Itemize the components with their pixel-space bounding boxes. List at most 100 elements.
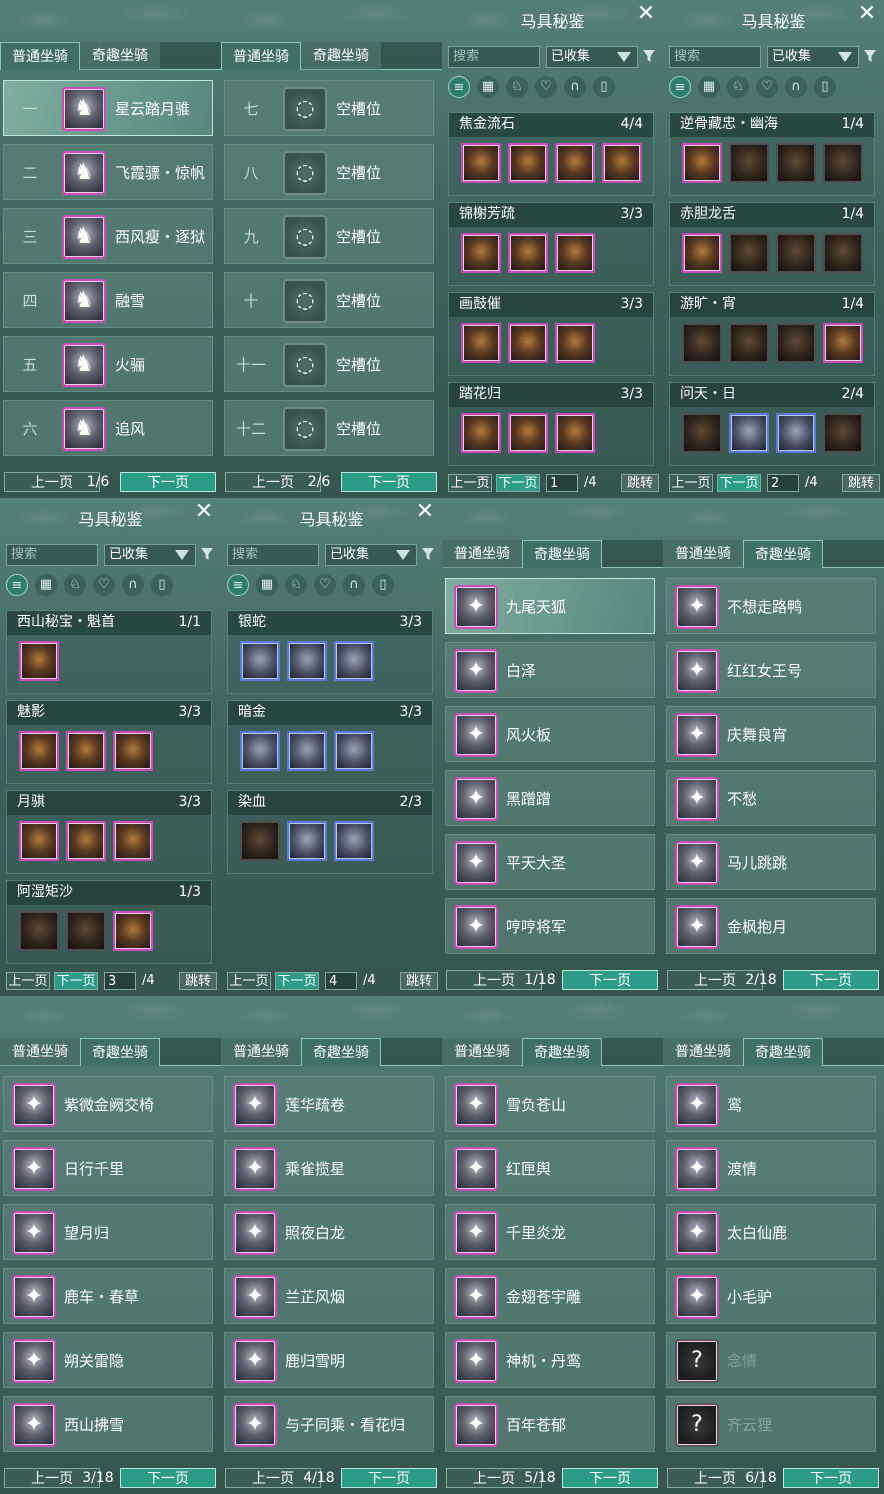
- mount-row[interactable]: 五 ♞ 火骊: [3, 336, 213, 392]
- tab-normal-mounts[interactable]: 普通坐骑: [221, 42, 301, 70]
- collected-filter-dropdown[interactable]: 已收集: [767, 46, 859, 68]
- fun-mount-row[interactable]: ✦ 西山拂雪: [3, 1396, 213, 1452]
- saddle-item-icon[interactable]: [682, 413, 722, 453]
- fun-mount-row[interactable]: ✦ 金翅苍宇雕: [445, 1268, 655, 1324]
- page-number-input[interactable]: 4: [325, 972, 357, 990]
- fun-mount-row[interactable]: ✦ 鸾: [666, 1076, 876, 1132]
- horse-head-icon[interactable]: ♘: [506, 76, 528, 98]
- equipment-set[interactable]: 月骐 3/3: [6, 790, 212, 874]
- tab-fun-mounts[interactable]: 奇趣坐骑: [80, 1038, 160, 1066]
- page-number-input[interactable]: 2: [767, 474, 799, 492]
- search-input[interactable]: 搜索: [227, 544, 319, 566]
- list-icon[interactable]: ≡: [227, 574, 249, 596]
- equipment-set[interactable]: 阿湿矩沙 1/3: [6, 880, 212, 964]
- saddle-item-icon[interactable]: [776, 143, 816, 183]
- tab-fun-mounts[interactable]: 奇趣坐骑: [522, 1038, 602, 1066]
- jump-button[interactable]: 跳转: [179, 972, 217, 990]
- armor-icon[interactable]: ▯: [814, 76, 836, 98]
- equipment-set[interactable]: 锦榭芳疏 3/3: [448, 202, 654, 286]
- equipment-set[interactable]: 西山秘宝・魁首 1/1: [6, 610, 212, 694]
- fun-mount-row[interactable]: ✦ 莲华疏卷: [224, 1076, 434, 1132]
- saddle-item-icon[interactable]: [19, 821, 59, 861]
- saddle-item-icon[interactable]: [287, 641, 327, 681]
- page-number-input[interactable]: 3: [104, 972, 136, 990]
- saddle-icon[interactable]: ♡: [314, 574, 336, 596]
- saddle-item-icon[interactable]: [555, 323, 595, 363]
- fun-mount-row[interactable]: ✦ 庆舞良宵: [666, 706, 876, 762]
- fun-mount-row[interactable]: ✦ 平天大圣: [445, 834, 655, 890]
- equipment-set[interactable]: 赤胆龙舌 1/4: [669, 202, 875, 286]
- equipment-set[interactable]: 焦金流石 4/4: [448, 112, 654, 196]
- saddle-item-icon[interactable]: [508, 413, 548, 453]
- fun-mount-row[interactable]: ✦ 太白仙鹿: [666, 1204, 876, 1260]
- prev-page-button[interactable]: 上一页: [6, 972, 50, 990]
- fun-mount-row[interactable]: ✦ 渡情: [666, 1140, 876, 1196]
- fun-mount-row[interactable]: ✦ 鹿归雪明: [224, 1332, 434, 1388]
- mount-row[interactable]: 九 ◌ 空槽位: [224, 208, 434, 264]
- tab-fun-mounts[interactable]: 奇趣坐骑: [301, 42, 381, 70]
- saddle-item-icon[interactable]: [823, 143, 863, 183]
- fun-mount-row[interactable]: ✦ 哼哼将军: [445, 898, 655, 954]
- saddle-item-icon[interactable]: [508, 323, 548, 363]
- next-page-button[interactable]: 下一页: [783, 970, 879, 990]
- equipment-set[interactable]: 踏花归 3/3: [448, 382, 654, 466]
- equipment-set[interactable]: 问天・日 2/4: [669, 382, 875, 466]
- next-page-button[interactable]: 下一页: [562, 1468, 658, 1488]
- collected-filter-dropdown[interactable]: 已收集: [325, 544, 417, 566]
- fun-mount-row[interactable]: ✦ 马儿跳跳: [666, 834, 876, 890]
- fun-mount-row[interactable]: ✦ 红红女王号: [666, 642, 876, 698]
- saddle-item-icon[interactable]: [113, 911, 153, 951]
- prev-page-button[interactable]: 上一页: [227, 972, 271, 990]
- saddle-item-icon[interactable]: [19, 731, 59, 771]
- fun-mount-row[interactable]: ✦ 金枫抱月: [666, 898, 876, 954]
- page-number-input[interactable]: 1: [546, 474, 578, 492]
- fun-mount-row[interactable]: ✦ 黑蹭蹭: [445, 770, 655, 826]
- saddle-item-icon[interactable]: [66, 911, 106, 951]
- mount-row[interactable]: 六 ♞ 追风: [3, 400, 213, 456]
- saddle-item-icon[interactable]: [334, 641, 374, 681]
- tab-normal-mounts[interactable]: 普通坐骑: [0, 1038, 80, 1066]
- close-icon[interactable]: ✕: [193, 501, 215, 524]
- mount-row[interactable]: 二 ♞ 飞霞骠・惊帆: [3, 144, 213, 200]
- close-icon[interactable]: ✕: [635, 3, 657, 26]
- saddle-item-icon[interactable]: [508, 233, 548, 273]
- list-icon[interactable]: ≡: [669, 76, 691, 98]
- saddle-item-icon[interactable]: [682, 143, 722, 183]
- saddle-icon[interactable]: ♡: [756, 76, 778, 98]
- saddle-item-icon[interactable]: [729, 323, 769, 363]
- next-page-button[interactable]: 下一页: [341, 472, 437, 492]
- tab-fun-mounts[interactable]: 奇趣坐骑: [743, 1038, 823, 1066]
- saddle-item-icon[interactable]: [729, 143, 769, 183]
- fun-mount-row[interactable]: ✦ 鹿车・春草: [3, 1268, 213, 1324]
- next-page-button[interactable]: 下一页: [120, 472, 216, 492]
- equipment-set[interactable]: 画鼓催 3/3: [448, 292, 654, 376]
- fun-mount-row[interactable]: ✦ 红匣舆: [445, 1140, 655, 1196]
- fun-mount-row[interactable]: ✦ 小毛驴: [666, 1268, 876, 1324]
- search-input[interactable]: 搜索: [669, 46, 761, 68]
- fun-mount-row[interactable]: ✦ 与子同乘・看花归: [224, 1396, 434, 1452]
- list-icon[interactable]: ≡: [448, 76, 470, 98]
- saddle-item-icon[interactable]: [776, 233, 816, 273]
- saddle-item-icon[interactable]: [66, 731, 106, 771]
- equipment-set[interactable]: 染血 2/3: [227, 790, 433, 874]
- fun-mount-row[interactable]: ✦ 不愁: [666, 770, 876, 826]
- fun-mount-row[interactable]: ✦ 不想走路鸭: [666, 578, 876, 634]
- jump-button[interactable]: 跳转: [621, 474, 659, 492]
- funnel-icon[interactable]: [863, 48, 877, 62]
- saddle-item-icon[interactable]: [555, 233, 595, 273]
- next-page-button[interactable]: 下一页: [120, 1468, 216, 1488]
- armor-icon[interactable]: ▯: [151, 574, 173, 596]
- search-input[interactable]: 搜索: [448, 46, 540, 68]
- saddle-item-icon[interactable]: [287, 821, 327, 861]
- grid-icon[interactable]: ▦: [35, 574, 57, 596]
- mount-row[interactable]: 十二 ◌ 空槽位: [224, 400, 434, 456]
- saddle-item-icon[interactable]: [66, 821, 106, 861]
- mount-row[interactable]: 一 ♞ 星云踏月骓: [3, 80, 213, 136]
- fun-mount-row[interactable]: ✦ 雪负苍山: [445, 1076, 655, 1132]
- equipment-set[interactable]: 暗金 3/3: [227, 700, 433, 784]
- armor-icon[interactable]: ▯: [372, 574, 394, 596]
- saddle-item-icon[interactable]: [240, 821, 280, 861]
- saddle-item-icon[interactable]: [823, 323, 863, 363]
- saddle-item-icon[interactable]: [240, 641, 280, 681]
- grid-icon[interactable]: ▦: [256, 574, 278, 596]
